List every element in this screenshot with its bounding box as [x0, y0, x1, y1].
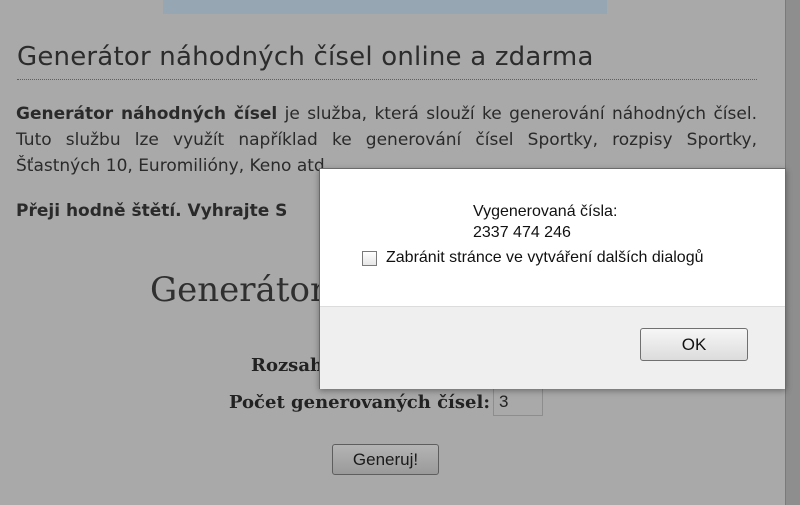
wish-text: Přeji hodně štětí. Vyhrajte S — [16, 201, 288, 221]
top-banner — [163, 0, 607, 14]
page-scroll-edge — [785, 0, 800, 505]
dialog-message-line1: Vygenerovaná čísla: — [473, 203, 618, 220]
generate-button[interactable]: Generuj! — [332, 444, 439, 475]
dialog-message-numbers: 2337 474 246 — [473, 224, 571, 241]
prevent-dialogs-label[interactable]: Zabránit stránce ve vytváření dalších di… — [386, 249, 704, 267]
prevent-dialogs-row[interactable]: Zabránit stránce ve vytváření dalších di… — [362, 249, 704, 267]
ok-button[interactable]: OK — [640, 328, 748, 361]
count-label: Počet generovaných čísel: — [229, 392, 490, 413]
range-label: Rozsah — [251, 355, 324, 376]
intro-bold: Generátor náhodných čísel — [16, 104, 278, 124]
page-title: Generátor náhodných čísel online a zdarm… — [17, 42, 594, 72]
dialog-footer: OK — [320, 306, 785, 389]
alert-dialog: Vygenerovaná čísla: 2337 474 246 Zabráni… — [319, 168, 786, 389]
count-input[interactable] — [493, 388, 543, 416]
browser-viewport: Generátor náhodných čísel online a zdarm… — [0, 0, 800, 505]
prevent-dialogs-checkbox[interactable] — [362, 250, 377, 266]
generator-heading: Generátor — [150, 270, 327, 310]
title-divider — [17, 79, 757, 80]
dialog-message: Vygenerovaná čísla: 2337 474 246 — [473, 201, 617, 243]
dialog-body: Vygenerovaná čísla: 2337 474 246 Zabráni… — [320, 169, 785, 306]
